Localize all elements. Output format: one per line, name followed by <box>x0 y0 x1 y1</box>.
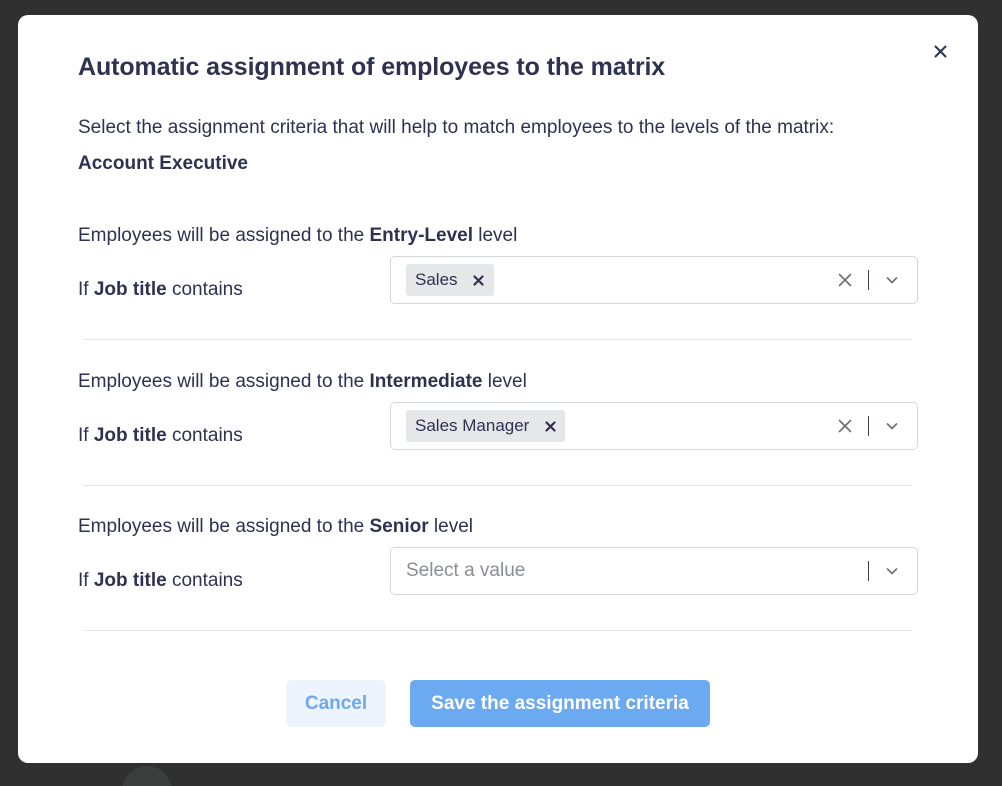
cancel-button[interactable]: Cancel <box>286 680 386 727</box>
section-heading: Employees will be assigned to the Interm… <box>78 371 527 392</box>
job-title-select[interactable]: Sales <box>390 256 918 304</box>
clear-icon[interactable] <box>837 272 853 288</box>
level-name: Intermediate <box>369 371 483 392</box>
chevron-down-icon[interactable] <box>884 418 900 434</box>
condition-label: If Job title contains <box>78 570 243 591</box>
select-separator <box>868 561 869 581</box>
assignment-modal: Automatic assignment of employees to the… <box>18 15 978 763</box>
clear-icon[interactable] <box>837 418 853 434</box>
modal-title: Automatic assignment of employees to the… <box>78 53 666 81</box>
section-heading: Employees will be assigned to the Entry-… <box>78 225 518 246</box>
chevron-down-icon[interactable] <box>884 563 900 579</box>
close-icon <box>473 274 484 286</box>
select-placeholder: Select a value <box>406 560 526 581</box>
job-title-select[interactable]: Select a value <box>390 547 918 595</box>
select-separator <box>868 416 869 436</box>
level-name: Entry-Level <box>369 225 473 246</box>
chip-remove-button[interactable] <box>472 273 486 287</box>
chip-remove-button[interactable] <box>543 419 557 433</box>
section-divider <box>84 485 912 486</box>
background-avatar <box>122 766 172 786</box>
close-icon <box>545 420 556 432</box>
condition-label: If Job title contains <box>78 425 243 446</box>
save-criteria-button[interactable]: Save the assignment criteria <box>410 680 710 727</box>
selected-value-chip: Sales Manager <box>406 410 566 442</box>
selected-value-chip: Sales <box>406 264 494 296</box>
section-divider <box>84 339 912 340</box>
modal-intro: Select the assignment criteria that will… <box>78 117 835 138</box>
section-divider <box>84 630 912 631</box>
chip-label: Sales Manager <box>415 416 530 435</box>
close-button[interactable] <box>930 41 950 61</box>
matrix-name: Account Executive <box>78 153 248 174</box>
select-separator <box>868 270 869 290</box>
condition-label: If Job title contains <box>78 279 243 300</box>
job-title-select[interactable]: Sales Manager <box>390 402 918 450</box>
section-heading: Employees will be assigned to the Senior… <box>78 516 473 537</box>
chevron-down-icon[interactable] <box>884 272 900 288</box>
level-name: Senior <box>369 516 429 537</box>
close-icon <box>934 45 946 57</box>
chip-label: Sales <box>415 270 458 289</box>
